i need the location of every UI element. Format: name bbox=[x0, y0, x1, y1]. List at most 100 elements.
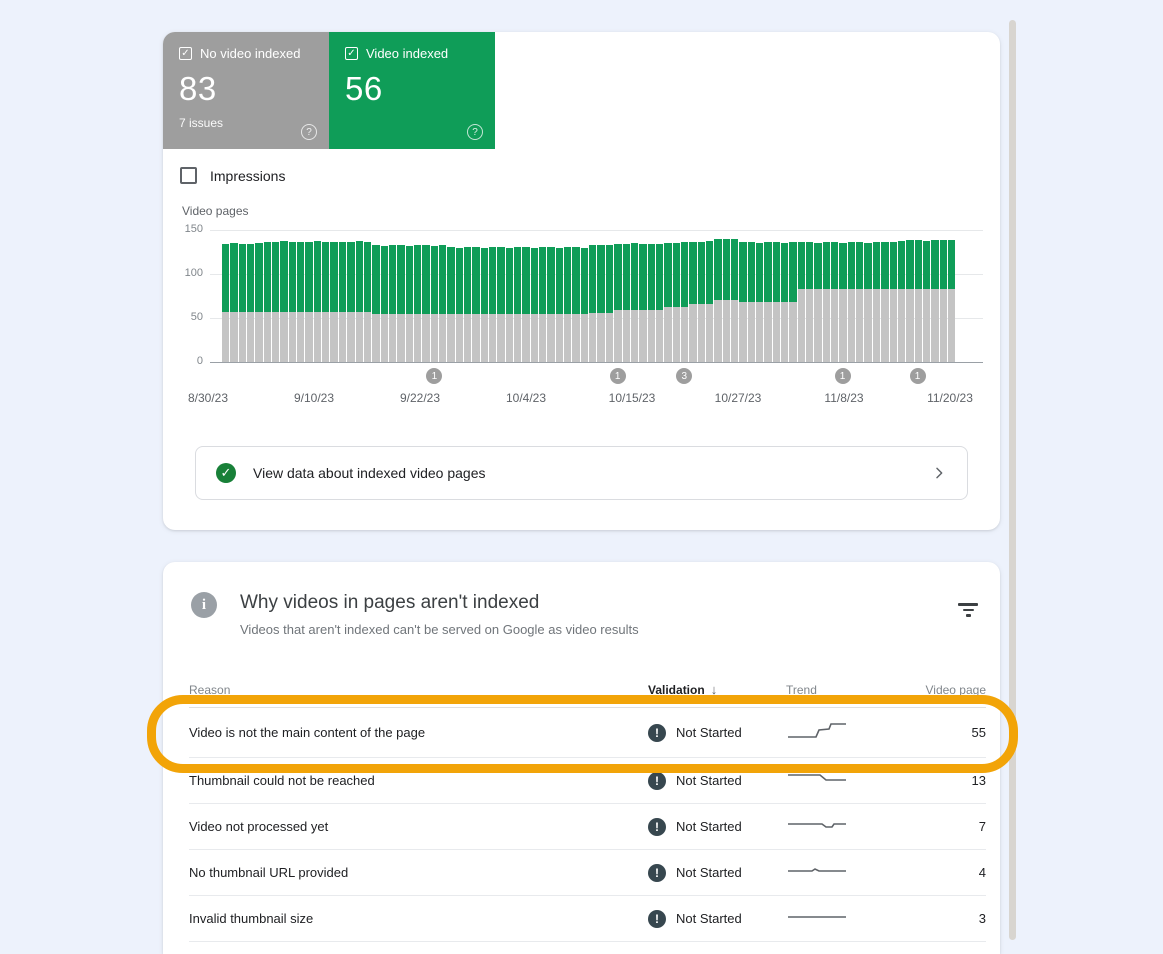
summary-issues-count: 7 issues bbox=[179, 116, 313, 130]
not-started-exclamation-icon: ! bbox=[648, 818, 666, 836]
issue-reason: Thumbnail could not be reached bbox=[189, 773, 648, 788]
view-indexed-data-banner[interactable]: ✓ View data about indexed video pages bbox=[195, 446, 968, 500]
stacked-bar bbox=[456, 248, 463, 362]
validation-label: Not Started bbox=[676, 865, 742, 880]
stacked-bars-plot-area[interactable] bbox=[222, 230, 955, 362]
issues-card-subtitle: Videos that aren't indexed can't be serv… bbox=[240, 622, 639, 637]
issue-row[interactable]: Video not processed yet! Not Started 7 bbox=[189, 804, 986, 850]
banner-text: View data about indexed video pages bbox=[253, 465, 931, 481]
summary-card-video-indexed[interactable]: ✓ Video indexed 56 ? bbox=[329, 32, 495, 149]
stacked-bar bbox=[806, 242, 813, 362]
checkbox-checked-icon[interactable]: ✓ bbox=[179, 47, 192, 60]
video-page-count: 55 bbox=[896, 725, 986, 740]
stacked-bar bbox=[381, 246, 388, 362]
trend-sparkline bbox=[786, 769, 896, 792]
column-header-reason[interactable]: Reason bbox=[189, 683, 648, 697]
summary-label: Video indexed bbox=[366, 46, 448, 61]
stacked-bar bbox=[948, 240, 955, 362]
summary-value: 83 bbox=[179, 70, 313, 108]
stacked-bar bbox=[856, 242, 863, 362]
stacked-bar bbox=[773, 242, 780, 362]
stacked-bar bbox=[597, 245, 604, 362]
validation-label: Not Started bbox=[676, 725, 742, 740]
table-header-row: Reason Validation↓ Trend Video page bbox=[189, 672, 986, 708]
stacked-bar bbox=[406, 246, 413, 362]
help-icon[interactable]: ? bbox=[467, 124, 483, 140]
issue-reason: Video not processed yet bbox=[189, 819, 648, 834]
stacked-bar bbox=[798, 242, 805, 362]
column-header-validation[interactable]: Validation↓ bbox=[648, 682, 786, 697]
y-axis-tick-label: 100 bbox=[163, 267, 203, 279]
validation-label: Not Started bbox=[676, 819, 742, 834]
chart-annotation-badge[interactable]: 1 bbox=[610, 368, 626, 384]
stacked-bar bbox=[414, 245, 421, 362]
issue-row[interactable]: No thumbnail URL provided!Not Started4 bbox=[189, 850, 986, 896]
stacked-bar bbox=[389, 245, 396, 362]
summary-label: No video indexed bbox=[200, 46, 300, 61]
validation-status: !Not Started bbox=[648, 724, 786, 742]
stacked-bar bbox=[247, 244, 254, 362]
summary-card-no-video-indexed[interactable]: ✓ No video indexed 83 7 issues ? bbox=[163, 32, 329, 149]
stacked-bar bbox=[631, 243, 638, 362]
stacked-bar bbox=[222, 244, 229, 362]
filter-list-icon[interactable] bbox=[957, 603, 979, 619]
stacked-bar bbox=[781, 243, 788, 362]
x-axis-date-label: 11/20/23 bbox=[927, 391, 973, 405]
not-started-exclamation-icon: ! bbox=[648, 864, 666, 882]
x-axis-date-label: 10/4/23 bbox=[506, 391, 546, 405]
stacked-bar bbox=[873, 242, 880, 362]
stacked-bar bbox=[839, 243, 846, 362]
stacked-bar bbox=[898, 241, 905, 362]
stacked-bar bbox=[823, 242, 830, 362]
stacked-bar bbox=[639, 244, 646, 362]
impressions-toggle[interactable]: Impressions bbox=[180, 167, 285, 184]
video-page-count: 4 bbox=[896, 865, 986, 880]
stacked-bar bbox=[589, 245, 596, 362]
stacked-bar bbox=[556, 248, 563, 362]
chart-annotation-badge[interactable]: 1 bbox=[426, 368, 442, 384]
checkbox-unchecked-icon[interactable] bbox=[180, 167, 197, 184]
checkbox-checked-icon[interactable]: ✓ bbox=[345, 47, 358, 60]
chart-annotation-badge[interactable]: 1 bbox=[910, 368, 926, 384]
x-axis-date-label: 9/22/23 bbox=[400, 391, 440, 405]
not-started-exclamation-icon: ! bbox=[648, 772, 666, 790]
column-header-video-page[interactable]: Video page bbox=[896, 683, 986, 697]
chart-annotation-badge[interactable]: 1 bbox=[835, 368, 851, 384]
y-axis-tick-label: 150 bbox=[163, 223, 203, 235]
stacked-bar bbox=[397, 245, 404, 362]
vertical-scrollbar[interactable] bbox=[1009, 20, 1016, 940]
impressions-label: Impressions bbox=[210, 168, 285, 184]
stacked-bar bbox=[606, 245, 613, 362]
chart-annotation-badge[interactable]: 3 bbox=[676, 368, 692, 384]
stacked-bar bbox=[931, 240, 938, 362]
video-page-count: 13 bbox=[896, 773, 986, 788]
stacked-bar bbox=[656, 244, 663, 362]
stacked-bar bbox=[689, 242, 696, 362]
stacked-bar bbox=[923, 241, 930, 362]
validation-status: ! Not Started bbox=[648, 864, 786, 882]
stacked-bar bbox=[664, 243, 671, 362]
stacked-bar bbox=[748, 242, 755, 362]
stacked-bar bbox=[347, 242, 354, 362]
x-axis-date-label: 8/30/23 bbox=[188, 391, 228, 405]
help-icon[interactable]: ? bbox=[301, 124, 317, 140]
stacked-bar bbox=[531, 248, 538, 362]
video-indexing-report-card: ✓ No video indexed 83 7 issues ? ✓ Video… bbox=[163, 32, 1000, 530]
stacked-bar bbox=[305, 242, 312, 362]
indexing-issues-card: i Why videos in pages aren't indexed Vid… bbox=[163, 562, 1000, 954]
stacked-bar bbox=[481, 248, 488, 362]
issue-row[interactable]: Video is not the main content of the pag… bbox=[189, 708, 986, 758]
chevron-right-icon[interactable] bbox=[931, 465, 947, 481]
stacked-bar bbox=[489, 247, 496, 362]
stacked-bar bbox=[447, 247, 454, 362]
y-axis-tick-label: 50 bbox=[163, 311, 203, 323]
stacked-bar bbox=[356, 241, 363, 362]
stacked-bar bbox=[239, 244, 246, 362]
column-header-trend[interactable]: Trend bbox=[786, 683, 896, 697]
issue-row[interactable]: Invalid thumbnail size!Not Started3 bbox=[189, 896, 986, 942]
video-page-count: 7 bbox=[896, 819, 986, 834]
stacked-bar bbox=[506, 248, 513, 362]
table-body: Video is not the main content of the pag… bbox=[189, 708, 986, 942]
stacked-bar bbox=[330, 242, 337, 362]
issue-row[interactable]: Thumbnail could not be reached!Not Start… bbox=[189, 758, 986, 804]
